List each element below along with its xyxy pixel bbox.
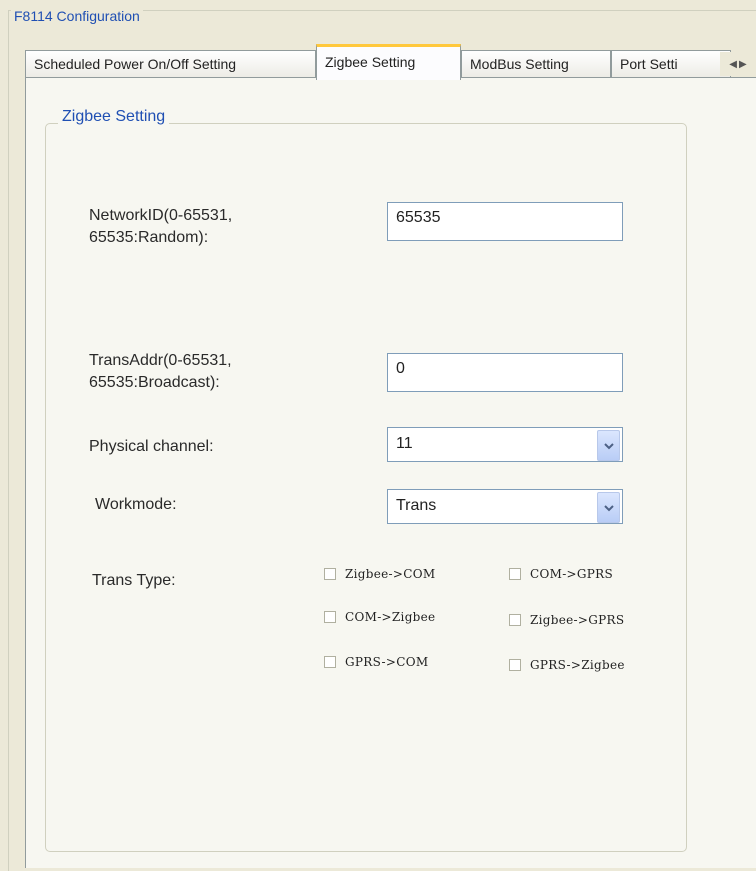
trans-type-gprs-zigbee[interactable]: GPRS->Zigbee bbox=[509, 658, 625, 672]
tab-modbus-setting[interactable]: ModBus Setting bbox=[461, 50, 611, 78]
workmode-select[interactable]: Trans bbox=[387, 489, 623, 524]
tab-strip: Scheduled Power On/Off Setting Zigbee Se… bbox=[25, 42, 756, 80]
checkbox[interactable] bbox=[509, 568, 521, 580]
checkbox[interactable] bbox=[509, 614, 521, 626]
checkbox[interactable] bbox=[509, 659, 521, 671]
workmode-label: Workmode: bbox=[95, 496, 177, 513]
checkbox[interactable] bbox=[324, 611, 336, 623]
physical-channel-select[interactable]: 11 bbox=[387, 427, 623, 462]
workmode-value: Trans bbox=[396, 497, 437, 514]
tab-scroll-controls: ◀ ▶ bbox=[720, 52, 756, 76]
tab-scroll-right-icon[interactable]: ▶ bbox=[739, 59, 747, 70]
trans-type-gprs-com[interactable]: GPRS->COM bbox=[324, 655, 428, 669]
checkbox[interactable] bbox=[324, 656, 336, 668]
trans-type-zigbee-gprs[interactable]: Zigbee->GPRS bbox=[509, 613, 624, 627]
network-id-input[interactable]: 65535 bbox=[387, 202, 623, 241]
group-title: Zigbee Setting bbox=[58, 108, 170, 126]
chevron-down-icon[interactable] bbox=[597, 492, 620, 523]
checkbox[interactable] bbox=[324, 568, 336, 580]
trans-type-zigbee-com[interactable]: Zigbee->COM bbox=[324, 567, 435, 581]
physical-channel-label: Physical channel: bbox=[89, 438, 214, 455]
tab-scroll-left-icon[interactable]: ◀ bbox=[729, 59, 737, 70]
trans-addr-label: TransAddr(0-65531, 65535:Broadcast): bbox=[89, 352, 232, 391]
trans-type-com-gprs[interactable]: COM->GPRS bbox=[509, 567, 613, 581]
trans-type-com-zigbee[interactable]: COM->Zigbee bbox=[324, 610, 435, 624]
chevron-down-icon[interactable] bbox=[597, 430, 620, 461]
tab-port-setting[interactable]: Port Setti bbox=[611, 50, 731, 78]
physical-channel-value: 11 bbox=[396, 435, 413, 452]
tab-scheduled-power[interactable]: Scheduled Power On/Off Setting bbox=[25, 50, 316, 78]
trans-type-label: Trans Type: bbox=[92, 572, 176, 589]
network-id-label: NetworkID(0-65531, 65535:Random): bbox=[89, 207, 233, 246]
window-title: F8114 Configuration bbox=[11, 8, 143, 24]
zigbee-setting-panel: Zigbee Setting NetworkID(0-65531, 65535:… bbox=[25, 77, 756, 868]
trans-addr-input[interactable]: 0 bbox=[387, 353, 623, 392]
tab-zigbee-setting[interactable]: Zigbee Setting bbox=[316, 44, 461, 80]
